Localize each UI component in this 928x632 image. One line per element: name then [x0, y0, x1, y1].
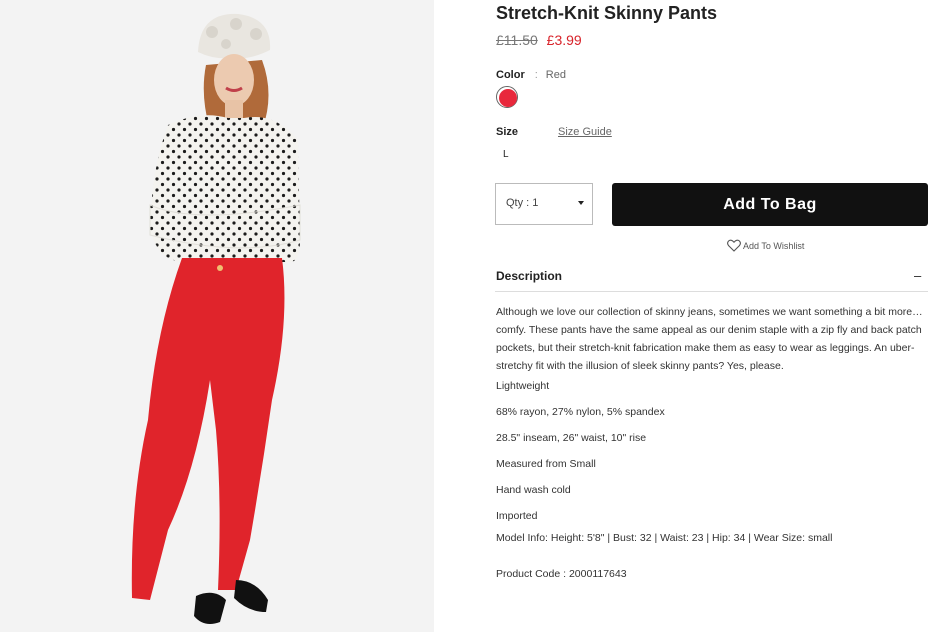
feature-origin: Imported: [496, 510, 538, 522]
original-price: £11.50: [496, 32, 538, 48]
size-label-row: Size: [496, 126, 518, 138]
model-photo: [0, 0, 434, 632]
model-info: Model Info: Height: 5'8" | Bust: 32 | Wa…: [496, 532, 833, 544]
color-selector-label: Color: Red: [496, 69, 566, 81]
size-guide-link[interactable]: Size Guide: [558, 126, 612, 138]
heart-icon: [727, 239, 741, 252]
feature-measured-from: Measured from Small: [496, 458, 596, 470]
chevron-down-icon: [578, 201, 584, 205]
product-details: Stretch-Knit Skinny Pants £11.50 £3.99 C…: [495, 0, 928, 632]
feature-care: Hand wash cold: [496, 484, 571, 496]
size-label: Size: [496, 126, 519, 138]
divider: [495, 291, 928, 292]
sale-price: £3.99: [546, 32, 582, 48]
quantity-value: Qty : 1: [506, 197, 539, 209]
color-value: Red: [545, 69, 566, 81]
description-text: Although we love our collection of skinn…: [496, 306, 923, 372]
feature-weight: Lightweight: [496, 380, 550, 392]
wishlist-label: Add To Wishlist: [743, 241, 805, 251]
product-image[interactable]: [0, 0, 434, 632]
size-option-l[interactable]: L: [503, 149, 509, 160]
feature-fabric: 68% rayon, 27% nylon, 5% spandex: [496, 406, 665, 418]
price-block: £11.50 £3.99: [496, 32, 582, 48]
add-to-bag-button[interactable]: Add To Bag: [612, 183, 928, 226]
swatch-fill: [499, 89, 517, 107]
color-swatch-red[interactable]: [496, 86, 518, 108]
collapse-toggle-icon[interactable]: –: [914, 268, 921, 283]
description-heading[interactable]: Description: [496, 269, 562, 283]
add-to-wishlist-link[interactable]: Add To Wishlist: [727, 239, 804, 252]
color-label: Color: [496, 69, 525, 81]
feature-measurements: 28.5" inseam, 26" waist, 10" rise: [496, 432, 647, 444]
product-code: Product Code : 2000117643: [496, 568, 627, 580]
color-separator: :: [534, 69, 538, 81]
quantity-select[interactable]: Qty : 1: [495, 183, 593, 225]
product-title: Stretch-Knit Skinny Pants: [496, 3, 718, 23]
